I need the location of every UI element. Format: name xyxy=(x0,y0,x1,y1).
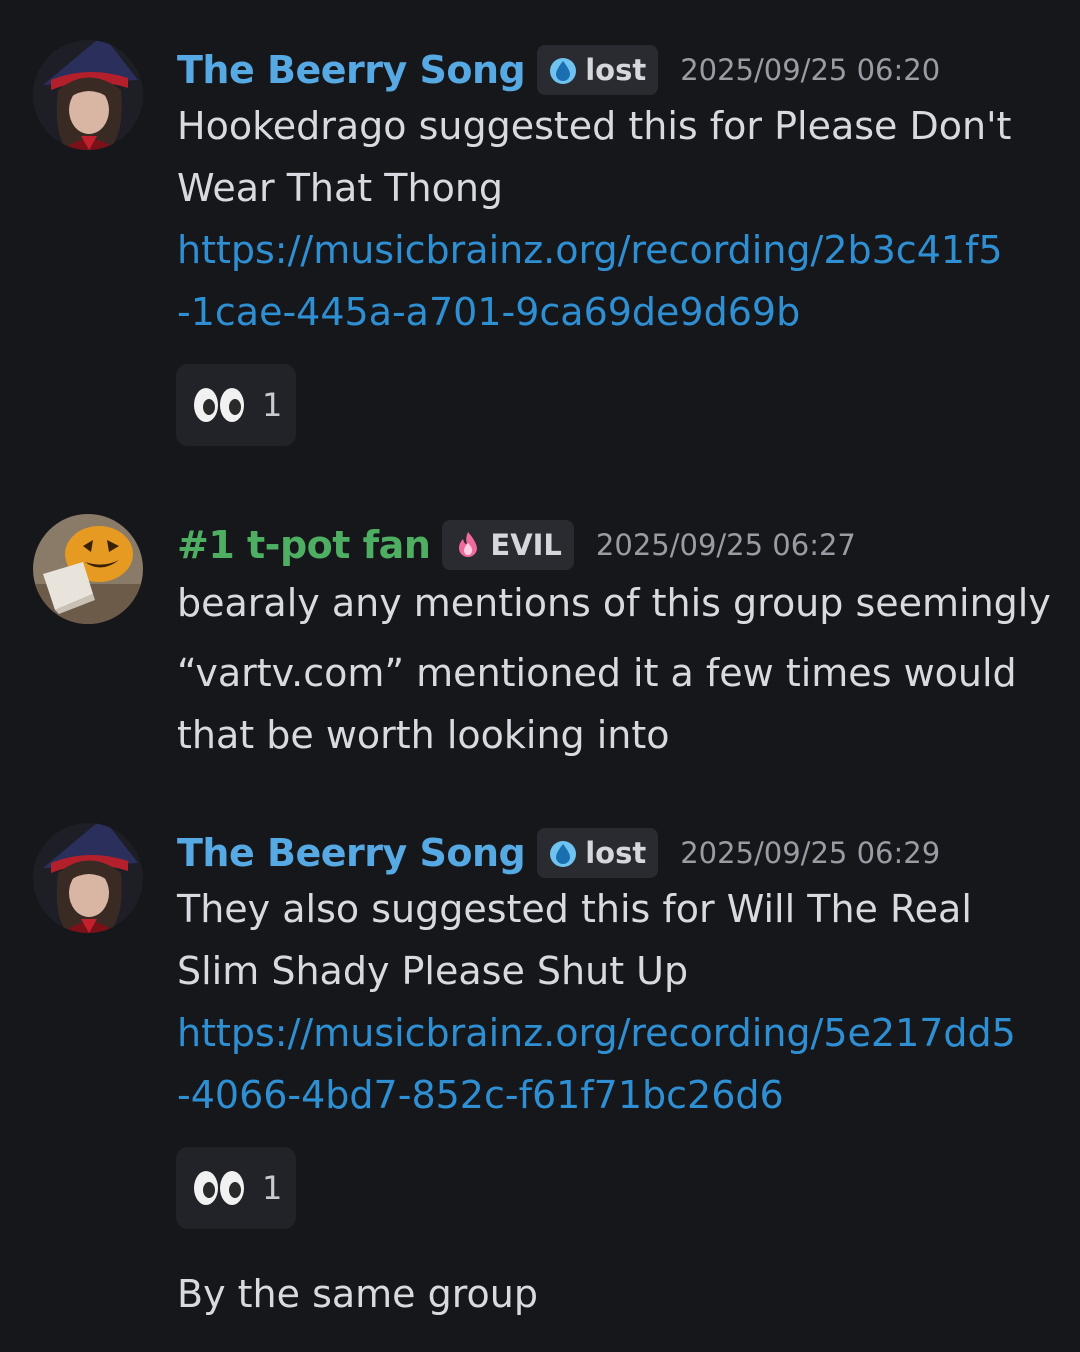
pink-flame-icon xyxy=(459,532,478,557)
message-link[interactable]: -1cae-445a-a701-9ca69de9d69b xyxy=(177,290,800,334)
message-text-line: By the same group xyxy=(177,1272,538,1316)
message-content: bearaly any mentions of this group seemi… xyxy=(177,578,1057,768)
witch-avatar-icon xyxy=(33,40,143,150)
reaction-eyes[interactable]: 1 xyxy=(176,364,296,446)
water-drop-icon xyxy=(550,58,577,84)
pumpkin-avatar-icon xyxy=(33,514,143,624)
message-link[interactable]: https://musicbrainz.org/recording/5e217d… xyxy=(177,1011,1016,1055)
eyes-emoji-icon xyxy=(194,1171,244,1205)
role-tag-label: lost xyxy=(585,836,647,870)
role-tag-label: lost xyxy=(585,53,647,87)
followup-message: By the same group xyxy=(177,1272,1057,1322)
timestamp: 2025/09/25 06:27 xyxy=(595,528,856,562)
author-name[interactable]: The Beerry Song xyxy=(177,48,526,92)
witch-avatar-icon xyxy=(33,823,143,933)
role-tag[interactable]: lost xyxy=(537,828,659,878)
author-name[interactable]: #1 t-pot fan xyxy=(177,523,431,567)
water-drop-icon xyxy=(550,841,577,867)
message-text-line: Wear That Thong xyxy=(177,166,504,210)
reaction-count: 1 xyxy=(262,386,283,424)
role-tag[interactable]: lost xyxy=(537,45,659,95)
avatar[interactable] xyxy=(33,40,143,150)
message-text-line: that be worth looking into xyxy=(177,713,670,757)
timestamp: 2025/09/25 06:20 xyxy=(680,53,941,87)
message-header: #1 t-pot fan EVIL 2025/09/25 06:27 xyxy=(177,517,856,573)
message-content: Hookedrago suggested this for Please Don… xyxy=(177,102,1057,342)
avatar[interactable] xyxy=(33,514,143,624)
message-link[interactable]: -4066-4bd7-852c-f61f71bc26d6 xyxy=(177,1073,784,1117)
timestamp: 2025/09/25 06:29 xyxy=(680,836,941,870)
role-tag[interactable]: EVIL xyxy=(442,520,574,570)
eyes-emoji-icon xyxy=(194,388,244,422)
message-text-line: “vartv.com” mentioned it a few times wou… xyxy=(177,651,1017,695)
message-link[interactable]: https://musicbrainz.org/recording/2b3c41… xyxy=(177,228,1003,272)
message-content: They also suggested this for Will The Re… xyxy=(177,885,1057,1125)
message-header: The Beerry Song lost 2025/09/25 06:29 xyxy=(177,825,940,881)
message-text-line: Hookedrago suggested this for Please Don… xyxy=(177,104,1012,148)
reaction-eyes[interactable]: 1 xyxy=(176,1147,296,1229)
message-text-line: bearaly any mentions of this group seemi… xyxy=(177,581,1051,625)
reaction-count: 1 xyxy=(262,1169,283,1207)
message-text-line: They also suggested this for Will The Re… xyxy=(177,887,972,931)
role-tag-label: EVIL xyxy=(490,528,562,562)
message-text-line: Slim Shady Please Shut Up xyxy=(177,949,689,993)
avatar[interactable] xyxy=(33,823,143,933)
message-header: The Beerry Song lost 2025/09/25 06:20 xyxy=(177,42,940,98)
author-name[interactable]: The Beerry Song xyxy=(177,831,526,875)
